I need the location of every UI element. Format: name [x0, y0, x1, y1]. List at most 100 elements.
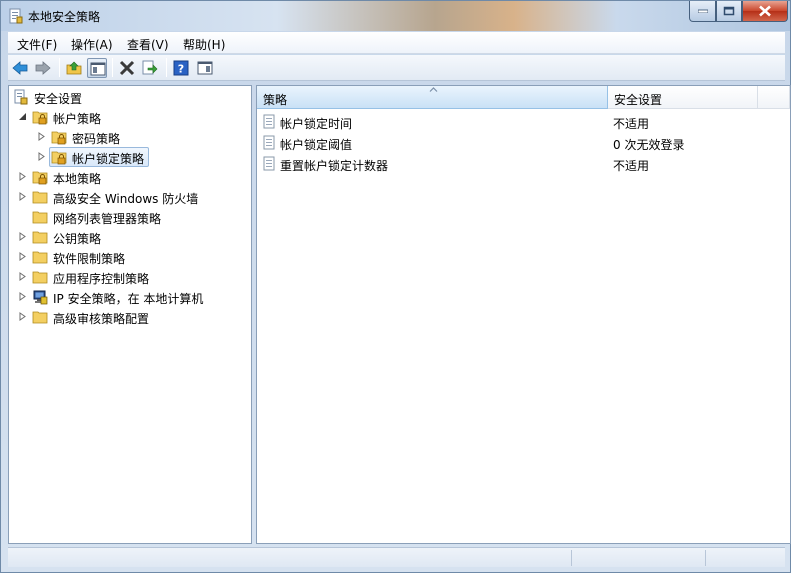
tree-collapsed-arrow-icon[interactable] — [18, 172, 27, 181]
tree-label: 公钥策略 — [53, 232, 102, 246]
status-bar — [8, 547, 785, 567]
status-panel — [571, 550, 705, 566]
folder-icon — [32, 271, 48, 284]
column-header-label: 策略 — [263, 93, 288, 107]
delete-button[interactable] — [117, 58, 137, 78]
forward-button[interactable] — [33, 58, 53, 78]
locked-folder-icon — [51, 131, 67, 145]
back-button[interactable] — [10, 58, 30, 78]
tree-item-advanced-audit-policy[interactable]: 高级审核策略配置 — [9, 307, 249, 327]
table-row[interactable]: 帐户锁定时间 不适用 — [257, 111, 790, 132]
tree-label: 帐户策略 — [53, 112, 102, 126]
column-header-security-setting[interactable]: 安全设置 — [608, 86, 758, 109]
forward-arrow-icon — [35, 61, 51, 75]
security-policy-app-icon — [9, 8, 23, 24]
tree-item-local-policies[interactable]: 本地策略 — [9, 167, 249, 187]
folder-icon — [32, 251, 48, 264]
tree-label: 安全设置 — [34, 92, 83, 106]
column-header-label: 安全设置 — [614, 93, 663, 107]
title-bar[interactable]: 本地安全策略 — [1, 1, 790, 31]
maximize-button[interactable] — [716, 1, 742, 22]
toolbar-separator — [112, 58, 113, 77]
column-header-empty — [758, 86, 790, 109]
tree-item-application-control[interactable]: 应用程序控制策略 — [9, 267, 249, 287]
menu-action[interactable]: 操作(A) — [71, 36, 113, 53]
policy-name: 帐户锁定阈值 — [280, 138, 353, 152]
tree-label: IP 安全策略，在 本地计算机 — [53, 292, 204, 306]
close-button[interactable] — [742, 1, 788, 22]
policy-setting: 不适用 — [613, 159, 650, 173]
tree-collapsed-arrow-icon[interactable] — [37, 152, 46, 161]
tree-label: 帐户锁定策略 — [72, 152, 145, 166]
show-hide-console-tree-button[interactable] — [87, 58, 107, 78]
tree-collapsed-arrow-icon[interactable] — [18, 192, 27, 201]
tree-label: 高级审核策略配置 — [53, 312, 150, 326]
tree-item-windows-firewall[interactable]: 高级安全 Windows 防火墙 — [9, 187, 249, 207]
close-icon — [759, 5, 771, 17]
policy-setting: 不适用 — [613, 117, 650, 131]
tree-collapsed-arrow-icon[interactable] — [18, 252, 27, 261]
folder-icon — [32, 191, 48, 204]
tree-item-password-policy[interactable]: 密码策略 — [9, 127, 249, 147]
maximize-icon — [723, 6, 735, 16]
toolbar-separator — [166, 58, 167, 77]
ip-security-computer-icon — [33, 290, 48, 305]
locked-folder-icon — [32, 111, 48, 125]
console-tree[interactable]: 安全设置 帐户策略 密码策略 帐户锁定策略 本地策略 高级安全 Windows … — [8, 85, 252, 544]
tree-item-account-lockout-policy[interactable]: 帐户锁定策略 — [9, 147, 249, 167]
minimize-icon — [697, 9, 708, 13]
tree-root-security-settings[interactable]: 安全设置 — [9, 87, 249, 107]
folder-icon — [32, 311, 48, 324]
svg-text:?: ? — [178, 63, 184, 76]
tree-label: 高级安全 Windows 防火墙 — [53, 192, 199, 206]
policy-setting: 0 次无效登录 — [613, 138, 685, 152]
security-settings-icon — [14, 89, 28, 105]
tree-collapsed-arrow-icon[interactable] — [37, 132, 46, 141]
tree-label: 本地策略 — [53, 172, 102, 186]
tree-item-network-list-manager[interactable]: 网络列表管理器策略 — [9, 207, 249, 227]
help-button[interactable]: ? — [171, 58, 191, 78]
menu-view[interactable]: 查看(V) — [127, 36, 169, 53]
up-one-level-icon — [66, 61, 82, 75]
toolbar-separator — [59, 58, 60, 77]
menu-help[interactable]: 帮助(H) — [183, 36, 225, 53]
tree-label: 密码策略 — [72, 132, 121, 146]
export-list-button[interactable] — [140, 58, 160, 78]
tree-collapsed-arrow-icon[interactable] — [18, 312, 27, 321]
policy-item-icon — [263, 156, 275, 171]
show-hide-action-pane-button[interactable] — [195, 58, 215, 78]
policy-name: 重置帐户锁定计数器 — [280, 159, 389, 173]
tree-item-public-key-policies[interactable]: 公钥策略 — [9, 227, 249, 247]
show-hide-action-pane-icon — [197, 61, 213, 75]
tree-collapsed-arrow-icon[interactable] — [18, 232, 27, 241]
tree-item-account-policies[interactable]: 帐户策略 — [9, 107, 249, 127]
up-one-level-button[interactable] — [64, 58, 84, 78]
back-arrow-icon — [12, 61, 28, 75]
show-hide-console-tree-icon — [90, 62, 106, 76]
folder-icon — [32, 211, 48, 224]
locked-folder-icon — [32, 171, 48, 185]
window-title: 本地安全策略 — [28, 10, 101, 24]
table-row[interactable]: 帐户锁定阈值 0 次无效登录 — [257, 132, 790, 153]
menu-file[interactable]: 文件(F) — [17, 36, 57, 53]
sort-ascending-icon — [429, 87, 438, 92]
tree-collapsed-arrow-icon[interactable] — [18, 292, 27, 301]
tree-collapsed-arrow-icon[interactable] — [18, 272, 27, 281]
policy-name: 帐户锁定时间 — [280, 117, 353, 131]
tree-label: 应用程序控制策略 — [53, 272, 150, 286]
folder-icon — [32, 231, 48, 244]
toolbar: ? — [8, 55, 785, 81]
tree-expanded-arrow-icon[interactable] — [18, 112, 27, 121]
minimize-button[interactable] — [689, 1, 716, 22]
results-pane[interactable]: 策略 安全设置 帐户锁定时间 不适用 帐户锁定阈值 0 次无效登录 重置帐户锁定… — [256, 85, 791, 544]
export-list-icon — [142, 60, 158, 75]
tree-item-software-restriction[interactable]: 软件限制策略 — [9, 247, 249, 267]
locked-folder-icon — [51, 151, 67, 165]
app-window: 本地安全策略 文件(F) 操作(A) 查看(V) 帮助(H) ? 安全设置 帐户… — [0, 0, 791, 573]
column-header-policy[interactable]: 策略 — [257, 86, 608, 109]
tree-item-ip-security-policies[interactable]: IP 安全策略，在 本地计算机 — [9, 287, 249, 307]
list-header: 策略 安全设置 — [257, 86, 790, 109]
status-panel — [705, 550, 785, 566]
table-row[interactable]: 重置帐户锁定计数器 不适用 — [257, 153, 790, 174]
tree-label: 软件限制策略 — [53, 252, 126, 266]
